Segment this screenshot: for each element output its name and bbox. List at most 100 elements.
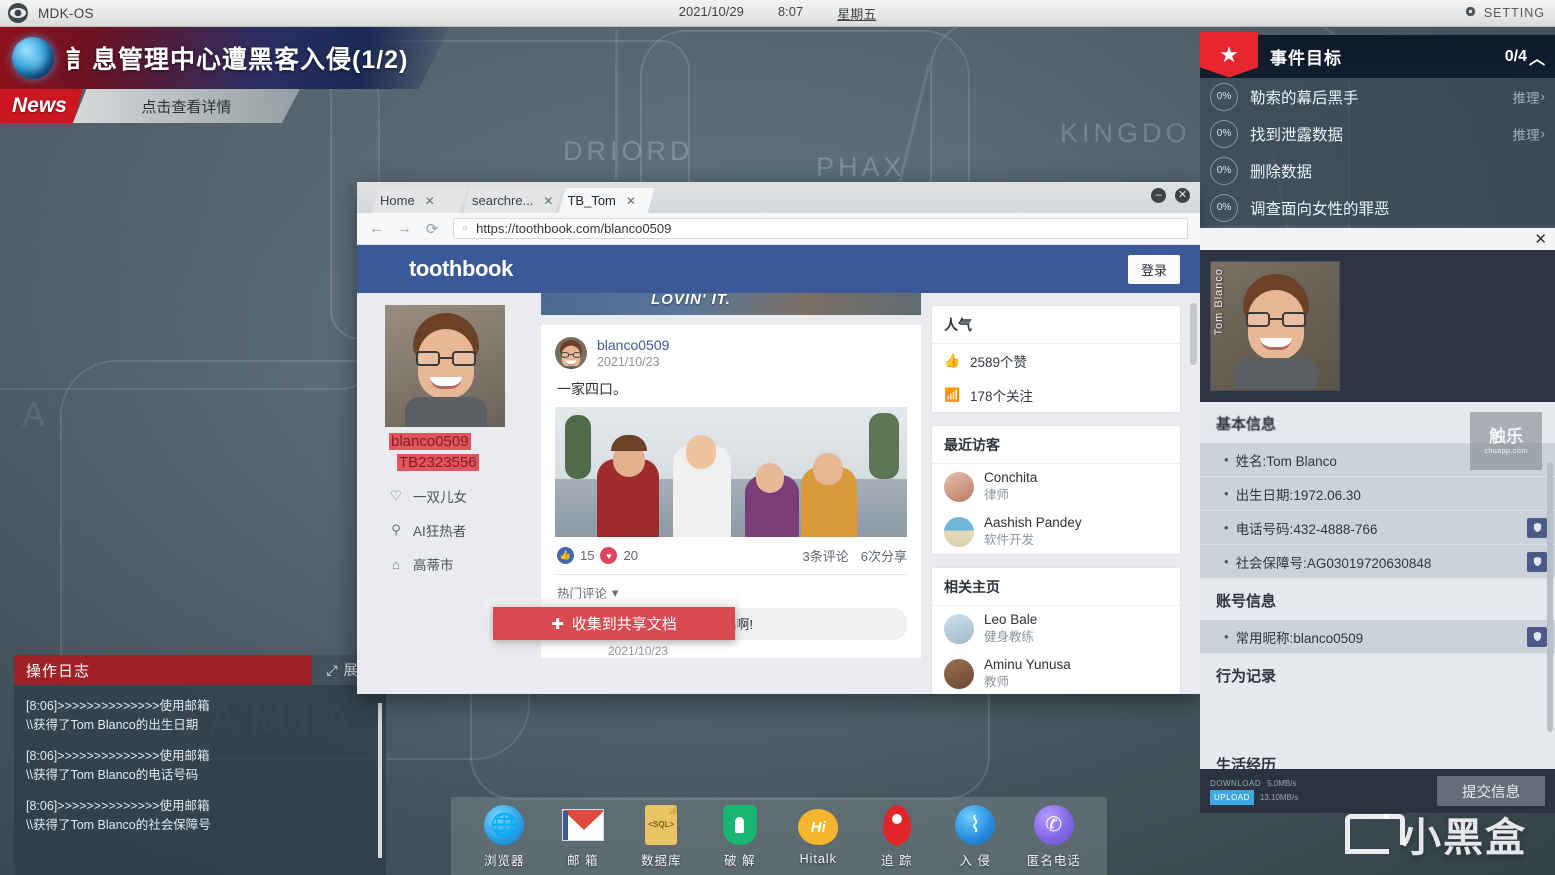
clock: 2021/10/29 8:07 星期五 [0,4,1555,23]
news-banner[interactable]: 訁息管理中心遭黑客入侵(1/2) News 点击查看详情 [0,27,460,123]
objective-progress: 0% [1210,157,1238,185]
toothbook-header: toothbook 登录 [357,245,1200,293]
post-image[interactable] [555,407,907,537]
dock-item-anonymous-phone[interactable]: ✆ 匿名电话 [1017,804,1091,869]
browser-icon: 🌐 [483,804,525,846]
avatar [944,517,974,547]
chuapp-watermark-text: 触乐 [1489,428,1523,445]
browser-tab-label: Home [380,193,415,208]
login-button[interactable]: 登录 [1128,255,1180,284]
objective-row[interactable]: 0% 调查面向女性的罪恶 [1200,189,1555,226]
comments-count[interactable]: 3条评论 [803,546,849,565]
dossier-row-text: 常用昵称:blanco0509 [1236,627,1364,647]
dock-item-crack[interactable]: 破 解 [703,804,777,869]
browser-tab-searchre[interactable]: searchre... ✕ [463,188,562,213]
search-icon: ⌕ [462,222,468,235]
dock-label: 邮 箱 [567,850,598,869]
objective-row[interactable]: 0% 删除数据 [1200,152,1555,189]
dossier-section-title: 生活经历 [1200,743,1555,769]
visitor-item[interactable]: Conchita 律师 [932,464,1180,509]
log-line: \\获得了Tom Blanco的电话号码 [26,766,374,785]
browser-tab-bar: Home ✕ searchre... ✕ TB_Tom ✕ – ✕ [357,182,1200,213]
news-subbar[interactable]: News 点击查看详情 [0,89,300,123]
dossier-section-title: 行为记录 [1200,654,1555,695]
dossier-scrollbar[interactable] [1547,462,1553,732]
dossier-row[interactable]: • 社会保障号:AG03019720630848 [1200,545,1555,579]
dock-item-track[interactable]: 追 踪 [860,804,934,869]
bulb-icon: ⚲ [389,522,403,538]
close-icon[interactable]: ✕ [626,194,636,208]
shield-lock-icon[interactable] [1527,518,1547,538]
reload-icon[interactable]: ⟳ [425,220,439,238]
related-page-item[interactable]: Aminu Yunusa 教师 [932,651,1180,694]
browser-tab-home[interactable]: Home ✕ [371,188,467,213]
shield-lock-icon[interactable] [1527,552,1547,572]
visitor-item[interactable]: Aashish Pandey 软件开发 [932,509,1180,554]
close-icon[interactable]: ✕ [543,194,553,208]
related-page-name: Leo Bale [984,612,1037,629]
profile-name-block: blanco0509 TB2323556 [389,433,539,472]
collect-to-shared-doc-button[interactable]: ✚ 收集到共享文档 [493,607,735,640]
objectives-count-wrap[interactable]: 0/4 ︿ [1505,45,1545,69]
news-headline-row[interactable]: 訁息管理中心遭黑客入侵(1/2) [0,27,450,89]
avatar [944,614,974,644]
url-bar[interactable]: ⌕ https://toothbook.com/blanco0509 [453,218,1188,239]
post-avatar[interactable] [555,337,587,369]
thumbs-up-icon: 👍 [944,353,960,369]
post-text: 一家四口。 [557,379,907,399]
map-label-a: A [22,396,49,435]
popularity-likes: 👍 2589个赞 [932,344,1180,378]
star-icon: ★ [1200,32,1258,78]
portrait-face [556,340,586,368]
visitor-name: Aashish Pandey [984,515,1082,532]
page-scrollbar[interactable] [1190,303,1197,365]
dossier-row[interactable]: • 常用昵称:blanco0509 [1200,620,1555,654]
chevron-up-icon[interactable]: ︿ [1529,45,1545,69]
related-page-item[interactable]: Leo Bale 健身教练 [932,606,1180,651]
arrow-right-icon[interactable]: → [397,220,411,237]
dock-item-database[interactable]: <SQL> 数据库 [624,804,698,869]
hook-icon: ⌇ [954,804,996,846]
objective-row[interactable]: 0% 勒索的幕后黑手 推理› [1200,78,1555,115]
heart-icon[interactable]: ♥ [600,547,617,564]
popularity-card: 人气 👍 2589个赞 📶 178个关注 [931,305,1181,413]
dock-item-browser[interactable]: 🌐 浏览器 [467,804,541,869]
dock-item-hack[interactable]: ⌇ 入 侵 [938,804,1012,869]
thumbs-up-icon[interactable]: 👍 [557,547,574,564]
objective-action[interactable]: 推理› [1513,124,1546,144]
phone-icon: ✆ [1033,804,1075,846]
dock-item-hitalk[interactable]: Hi Hitalk [781,806,855,866]
related-page-role: 健身教练 [984,629,1037,645]
objective-row[interactable]: 0% 找到泄露数据 推理› [1200,115,1555,152]
submit-info-button[interactable]: 提交信息 [1437,776,1545,806]
close-icon[interactable]: ✕ [1175,188,1190,203]
news-subtitle[interactable]: 点击查看详情 [73,89,300,123]
dock-item-mail[interactable]: 邮 箱 [546,804,620,869]
shares-count[interactable]: 6次分享 [861,546,907,565]
shield-lock-icon[interactable] [1527,627,1547,647]
location-icon: ⌂ [389,557,403,572]
operation-log-body[interactable]: [8:06]>>>>>>>>>>>>>>使用邮箱 \\获得了Tom Blanco… [14,685,386,875]
minimize-icon[interactable]: – [1151,188,1166,203]
dossier-row[interactable]: • 电话号码:432-4888-766 [1200,511,1555,545]
shield-key-icon [719,804,761,846]
dossier-row-text: 电话号码:432-4888-766 [1236,518,1378,538]
close-icon[interactable]: ✕ [1534,232,1547,247]
dossier-row[interactable]: • 出生日期:1972.06.30 [1200,477,1555,511]
operation-log-scrollbar[interactable] [378,703,382,858]
dock-label: 数据库 [641,850,682,869]
setting-button[interactable]: SETTING [1464,5,1545,21]
arrow-left-icon[interactable]: ← [369,220,383,237]
operation-log-panel: 操作日志 ⤢ 展开 [8:06]>>>>>>>>>>>>>>使用邮箱 \\获得了… [14,655,386,875]
objective-progress: 0% [1210,120,1238,148]
window-controls: – ✕ [1151,188,1190,203]
profile-user-id: TB2323556 [397,454,479,471]
objective-action[interactable]: 推理› [1513,87,1546,107]
close-icon[interactable]: ✕ [425,194,435,208]
objective-label: 调查面向女性的罪恶 [1250,197,1390,219]
post-header: blanco0509 2021/10/23 [555,337,907,369]
browser-tab-label: TB_Tom [567,193,615,208]
browser-tab-tb-tom[interactable]: TB_Tom ✕ [558,188,654,213]
post-author[interactable]: blanco0509 [597,337,669,353]
operation-log-header: 操作日志 ⤢ 展开 [14,655,386,685]
